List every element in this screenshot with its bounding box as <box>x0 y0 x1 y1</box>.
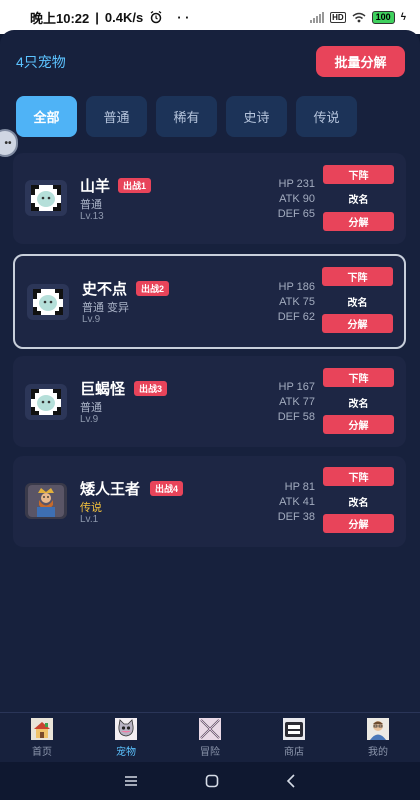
tab-common[interactable]: 普通 <box>86 96 147 137</box>
nav-adventure[interactable]: 冒险 <box>180 713 240 762</box>
back-icon[interactable] <box>286 774 296 788</box>
menu-icon[interactable] <box>124 775 138 787</box>
stat-atk: ATK 90 <box>279 193 315 205</box>
nav-profile[interactable]: 我的 <box>348 713 408 762</box>
alarm-icon <box>150 10 162 24</box>
adventure-icon <box>199 718 221 740</box>
pet-stats: HP 231 ATK 90 DEF 65 <box>255 177 315 222</box>
nav-pets[interactable]: 宠物 <box>96 713 156 762</box>
shop-icon <box>283 718 305 740</box>
pet-level: Lv.1 <box>80 514 99 525</box>
unassign-button[interactable]: 下阵 <box>323 165 394 184</box>
stat-hp: HP 186 <box>278 281 316 293</box>
tab-epic[interactable]: 史诗 <box>226 96 287 137</box>
stat-def: DEF 65 <box>277 208 315 220</box>
unassign-button[interactable]: 下阵 <box>323 467 394 486</box>
battle-slot-badge: 出战1 <box>118 178 152 193</box>
decompose-button[interactable]: 分解 <box>323 514 394 533</box>
tab-rare[interactable]: 稀有 <box>156 96 217 137</box>
pet-card[interactable]: 巨蝎怪 出战3 普通 Lv.9 HP 167 ATK 77 DEF 58 下阵 … <box>13 356 406 447</box>
pet-stats: HP 81 ATK 41 DEF 38 <box>255 480 315 525</box>
status-divider: | <box>95 9 99 25</box>
pet-level: Lv.13 <box>80 211 104 222</box>
rename-button[interactable]: 改名 <box>322 294 393 309</box>
unassign-button[interactable]: 下阵 <box>322 267 393 286</box>
signal-icon <box>310 11 325 23</box>
tab-legend[interactable]: 传说 <box>296 96 357 137</box>
ghost-pet-icon <box>27 284 69 320</box>
decompose-button[interactable]: 分解 <box>323 415 394 434</box>
stat-def: DEF 38 <box>277 511 315 523</box>
nav-pets-label: 宠物 <box>116 747 136 758</box>
bottom-nav: 首页 宠物 冒险 商店 我的 <box>0 712 420 762</box>
tab-all[interactable]: 全部 <box>16 96 77 137</box>
nav-home[interactable]: 首页 <box>12 713 72 762</box>
hd-icon: HD <box>330 11 346 23</box>
rarity-tabs: 全部 普通 稀有 史诗 传说 <box>16 96 357 137</box>
wifi-icon <box>352 12 366 22</box>
pet-cat-icon <box>115 718 137 740</box>
pet-count: 4只宠物 <box>16 54 66 70</box>
pet-stats: HP 186 ATK 75 DEF 62 <box>255 280 315 325</box>
unassign-button[interactable]: 下阵 <box>323 368 394 387</box>
battle-slot-badge: 出战3 <box>134 381 168 396</box>
stat-atk: ATK 75 <box>279 296 315 308</box>
pet-level: Lv.9 <box>80 414 99 425</box>
pet-name: 史不点 <box>82 281 128 298</box>
dwarf-king-icon <box>25 483 67 519</box>
status-bar: 晚上10:22 | 0.4K/s · · HD 100 ϟ <box>0 0 420 34</box>
pet-card[interactable]: 山羊 出战1 普通 Lv.13 HP 231 ATK 90 DEF 65 下阵 … <box>13 153 406 244</box>
pet-name: 巨蝎怪 <box>80 381 126 398</box>
rename-button[interactable]: 改名 <box>323 191 394 206</box>
nav-profile-label: 我的 <box>368 747 388 758</box>
batch-decompose-button[interactable]: 批量分解 <box>316 46 405 77</box>
stat-hp: HP 167 <box>278 381 316 393</box>
ghost-pet-icon <box>25 180 67 216</box>
stat-def: DEF 62 <box>277 311 315 323</box>
pet-rarity: 普通 <box>80 402 102 414</box>
pet-rarity: 普通 <box>80 199 102 211</box>
pet-level: Lv.9 <box>82 314 101 325</box>
nav-adventure-label: 冒险 <box>200 747 220 758</box>
pet-name: 矮人王者 <box>80 481 141 498</box>
stat-def: DEF 58 <box>277 411 315 423</box>
charging-icon: ϟ <box>400 11 406 23</box>
pet-name: 山羊 <box>80 178 111 195</box>
status-dots: · · <box>177 9 190 25</box>
stat-hp: HP 81 <box>284 481 315 493</box>
battle-slot-badge: 出战2 <box>136 281 170 296</box>
ghost-pet-icon <box>25 384 67 420</box>
stat-hp: HP 231 <box>278 178 316 190</box>
system-nav-bar <box>0 762 420 800</box>
stat-atk: ATK 41 <box>279 496 315 508</box>
rename-button[interactable]: 改名 <box>323 395 394 410</box>
battle-slot-badge: 出战4 <box>150 481 184 496</box>
stat-atk: ATK 77 <box>279 396 315 408</box>
home-icon <box>31 718 53 740</box>
pet-rarity: 传说 <box>80 502 102 514</box>
pet-stats: HP 167 ATK 77 DEF 58 <box>255 380 315 425</box>
decompose-button[interactable]: 分解 <box>322 314 393 333</box>
nav-home-label: 首页 <box>32 747 52 758</box>
battery-icon: 100 <box>371 10 395 24</box>
decompose-button[interactable]: 分解 <box>323 212 394 231</box>
pet-card[interactable]: 史不点 出战2 普通 变异 Lv.9 HP 186 ATK 75 DEF 62 … <box>13 254 406 349</box>
pet-rarity: 普通 变异 <box>82 302 130 314</box>
rename-button[interactable]: 改名 <box>323 494 394 509</box>
home-square-icon[interactable] <box>205 774 219 788</box>
status-time: 晚上10:22 <box>30 10 90 26</box>
profile-icon <box>367 718 389 740</box>
status-speed: 0.4K/s <box>104 9 144 25</box>
pet-card[interactable]: 矮人王者 出战4 传说 Lv.1 HP 81 ATK 41 DEF 38 下阵 … <box>13 456 406 547</box>
nav-shop[interactable]: 商店 <box>264 713 324 762</box>
nav-shop-label: 商店 <box>284 747 304 758</box>
